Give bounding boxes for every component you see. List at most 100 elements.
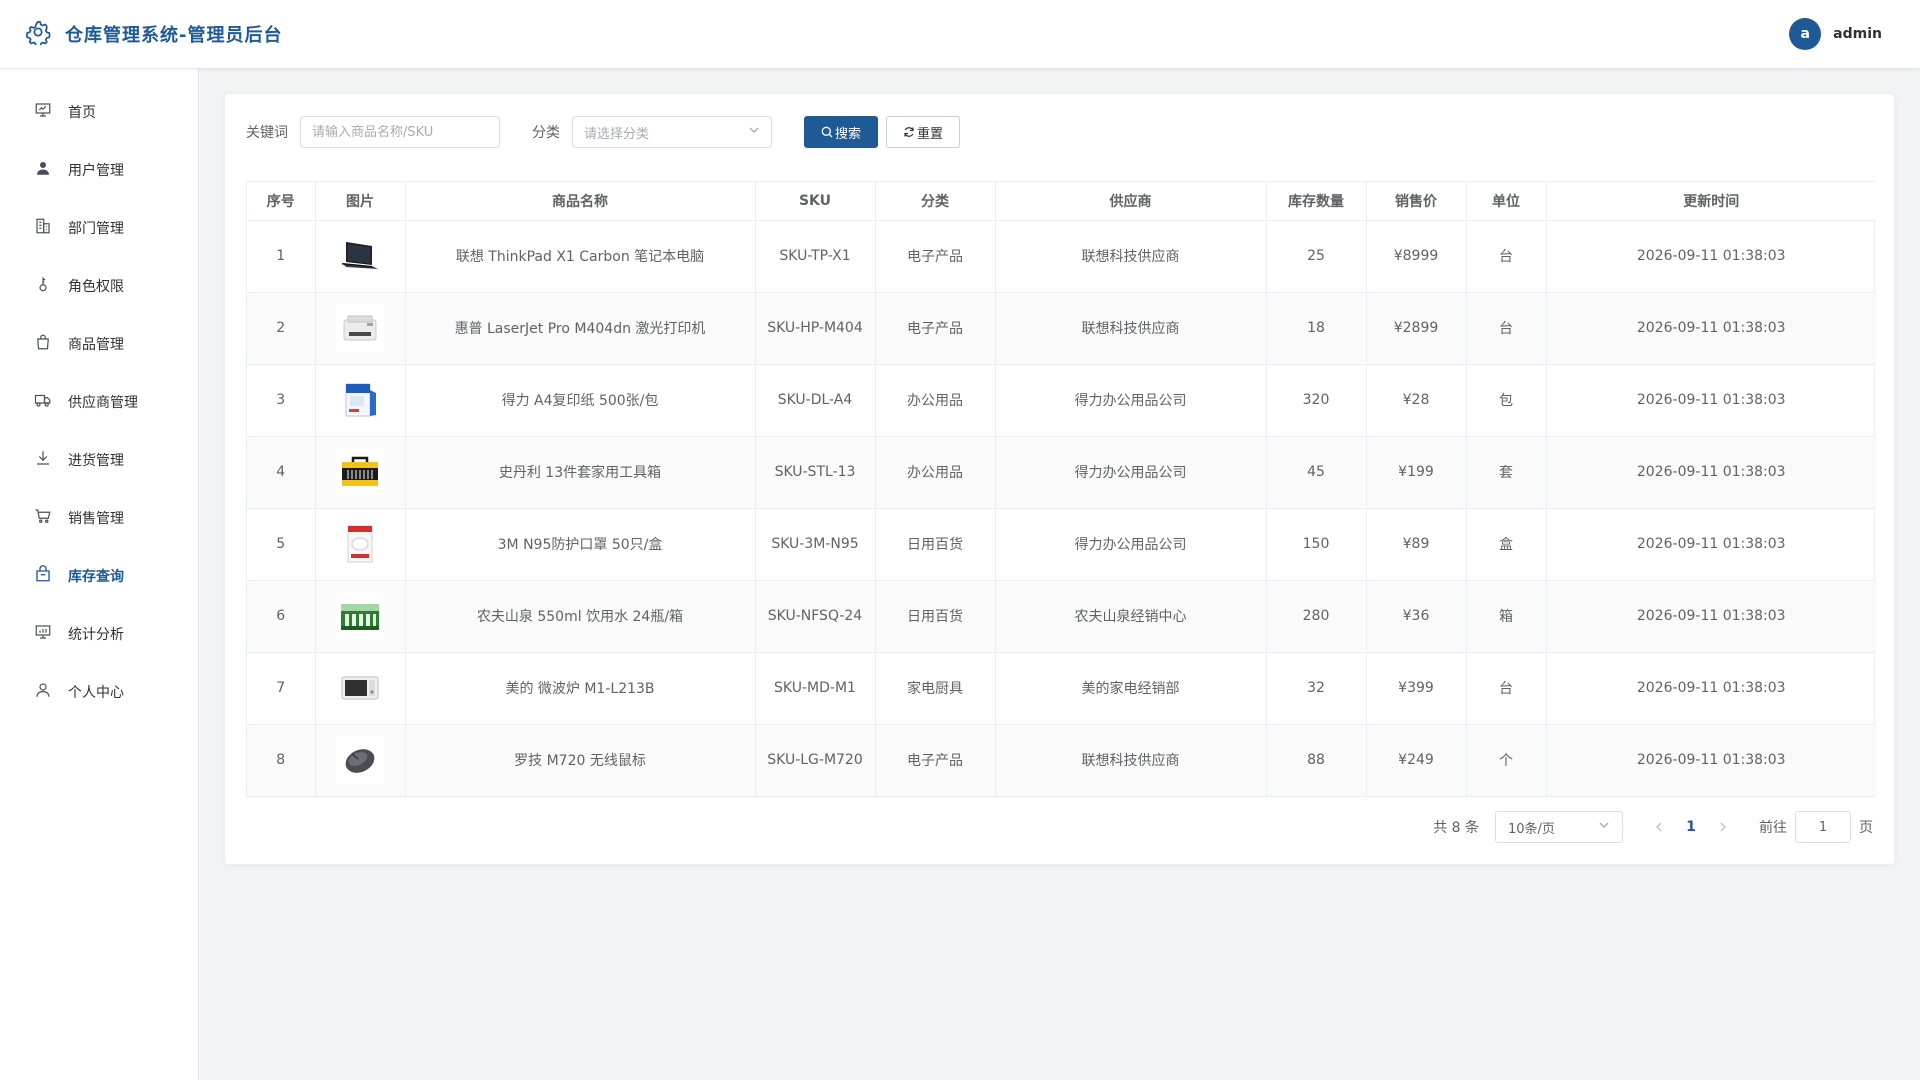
shopping-bag-icon [34, 333, 52, 355]
cell-sku: SKU-TP-X1 [755, 220, 876, 293]
cell-price: ¥2899 [1366, 292, 1467, 365]
shopping-cart-icon [34, 507, 52, 529]
search-icon [821, 126, 833, 138]
table-row[interactable]: 8 罗技 M720 无线鼠标 SKU-LG-M720 电子产品 联想科技供应商 … [247, 724, 1876, 796]
mouse-thumbnail[interactable] [336, 736, 384, 785]
category-label: 分类 [532, 125, 560, 141]
cell-supplier: 联想科技供应商 [995, 292, 1267, 365]
sidebar-item-inventory[interactable]: 库存查询 [0, 547, 198, 605]
cell-name: 史丹利 13件套家用工具箱 [405, 436, 756, 509]
column-header-price: 销售价 [1366, 182, 1467, 221]
sidebar-item-purchases[interactable]: 进货管理 [0, 431, 198, 489]
cell-category: 日用百货 [875, 508, 996, 581]
mask-thumbnail[interactable] [336, 520, 384, 568]
table-row[interactable]: 4 史丹利 13件套家用工具箱 SKU-STL-13 办公用品 得力办公用品公司… [247, 436, 1876, 509]
table-row[interactable]: 7 美的 微波炉 M1-L213B SKU-MD-M1 家电厨具 美的家电经销部… [247, 652, 1876, 725]
cell-name: 3M N95防护口罩 50只/盒 [405, 508, 756, 581]
sidebar-item-label: 供应商管理 [68, 395, 138, 411]
page-size-select[interactable]: 10条/页 [1495, 811, 1623, 843]
search-button-label: 搜索 [834, 126, 861, 142]
office-building-icon [34, 217, 52, 239]
table-row[interactable]: 2 惠普 LaserJet Pro M404dn 激光打印机 SKU-HP-M4… [247, 292, 1876, 365]
sidebar-item-roles[interactable]: 角色权限 [0, 257, 198, 315]
water-thumbnail[interactable] [336, 592, 384, 640]
next-page-button[interactable] [1711, 811, 1735, 843]
goto-page-input[interactable] [1795, 811, 1851, 843]
app-header: 仓库管理系统-管理员后台 a admin [0, 0, 1920, 69]
cell-sku: SKU-MD-M1 [755, 652, 876, 725]
sidebar-item-label: 进货管理 [68, 453, 124, 469]
settings-gear-icon [25, 19, 51, 49]
chevron-left-icon [1656, 822, 1662, 832]
sidebar-item-departments[interactable]: 部门管理 [0, 199, 198, 257]
column-header-updated: 更新时间 [1546, 182, 1876, 221]
sidebar-item-home[interactable]: 首页 [0, 83, 198, 141]
filter-bar: 关键词 分类 请选择分类 搜索 重置 [246, 116, 960, 148]
table-row[interactable]: 5 3M N95防护口罩 50只/盒 SKU-3M-N95 日用百货 得力办公用… [247, 508, 1876, 581]
cell-stock: 320 [1266, 364, 1367, 437]
user-outline-icon [34, 681, 52, 703]
sidebar-item-suppliers[interactable]: 供应商管理 [0, 373, 198, 431]
cell-stock: 88 [1266, 724, 1367, 796]
keyword-label: 关键词 [246, 125, 288, 141]
cell-unit: 盒 [1466, 508, 1547, 581]
cell-index: 5 [247, 508, 316, 581]
user-menu[interactable]: a admin [1789, 18, 1882, 50]
cell-stock: 25 [1266, 220, 1367, 293]
column-header-supplier: 供应商 [995, 182, 1267, 221]
cell-category: 日用百货 [875, 580, 996, 653]
cell-supplier: 联想科技供应商 [995, 220, 1267, 293]
cell-index: 6 [247, 580, 316, 653]
cell-supplier: 联想科技供应商 [995, 724, 1267, 796]
cell-name: 联想 ThinkPad X1 Carbon 笔记本电脑 [405, 220, 756, 293]
page-number-1[interactable]: 1 [1671, 819, 1711, 835]
cell-name: 农夫山泉 550ml 饮用水 24瓶/箱 [405, 580, 756, 653]
table-row[interactable]: 3 得力 A4复印纸 500张/包 SKU-DL-A4 办公用品 得力办公用品公… [247, 364, 1876, 437]
refresh-icon [904, 127, 914, 137]
sidebar-item-label: 角色权限 [68, 279, 124, 295]
sidebar-item-users[interactable]: 用户管理 [0, 141, 198, 199]
sidebar-item-profile[interactable]: 个人中心 [0, 663, 198, 721]
category-select[interactable]: 请选择分类 [572, 116, 772, 148]
cell-name: 罗技 M720 无线鼠标 [405, 724, 756, 796]
prev-page-button[interactable] [1647, 811, 1671, 843]
sidebar-item-statistics[interactable]: 统计分析 [0, 605, 198, 663]
cell-updated: 2026-09-11 01:38:03 [1546, 508, 1876, 581]
sidebar-item-label: 库存查询 [68, 569, 124, 585]
table-row[interactable]: 1 联想 ThinkPad X1 Carbon 笔记本电脑 SKU-TP-X1 … [247, 220, 1876, 293]
cell-price: ¥28 [1366, 364, 1467, 437]
toolbox-thumbnail[interactable] [336, 448, 384, 496]
cell-name: 美的 微波炉 M1-L213B [405, 652, 756, 725]
cell-stock: 150 [1266, 508, 1367, 581]
printer-thumbnail[interactable] [336, 304, 384, 352]
app-title: 仓库管理系统-管理员后台 [65, 25, 283, 46]
column-header-index: 序号 [247, 182, 316, 221]
laptop-thumbnail[interactable] [336, 232, 384, 280]
sidebar-item-sales[interactable]: 销售管理 [0, 489, 198, 547]
paper-thumbnail[interactable] [336, 376, 384, 424]
cell-updated: 2026-09-11 01:38:03 [1546, 364, 1876, 437]
cell-category: 电子产品 [875, 220, 996, 293]
cell-stock: 32 [1266, 652, 1367, 725]
avatar[interactable]: a [1789, 18, 1822, 50]
sidebar-item-products[interactable]: 商品管理 [0, 315, 198, 373]
truck-icon [34, 391, 52, 413]
microwave-thumbnail[interactable] [336, 664, 384, 712]
monitor-icon [34, 101, 52, 123]
sidebar: 首页 用户管理 部门管理 角色权限 商品管理 供应商管理 进货管理 销售管理 库… [0, 69, 199, 1080]
search-button[interactable]: 搜索 [804, 116, 878, 148]
cell-price: ¥89 [1366, 508, 1467, 581]
cell-price: ¥8999 [1366, 220, 1467, 293]
cell-sku: SKU-HP-M404 [755, 292, 876, 365]
sidebar-item-label: 用户管理 [68, 163, 124, 179]
column-header-image: 图片 [315, 182, 406, 221]
column-header-stock: 库存数量 [1266, 182, 1367, 221]
keyword-input[interactable] [300, 116, 500, 148]
reset-button[interactable]: 重置 [886, 116, 960, 148]
cell-unit: 台 [1466, 292, 1547, 365]
username[interactable]: admin [1833, 26, 1882, 42]
cell-category: 电子产品 [875, 724, 996, 796]
brand[interactable]: 仓库管理系统-管理员后台 [25, 19, 282, 49]
cell-unit: 个 [1466, 724, 1547, 796]
table-row[interactable]: 6 农夫山泉 550ml 饮用水 24瓶/箱 SKU-NFSQ-24 日用百货 … [247, 580, 1876, 653]
